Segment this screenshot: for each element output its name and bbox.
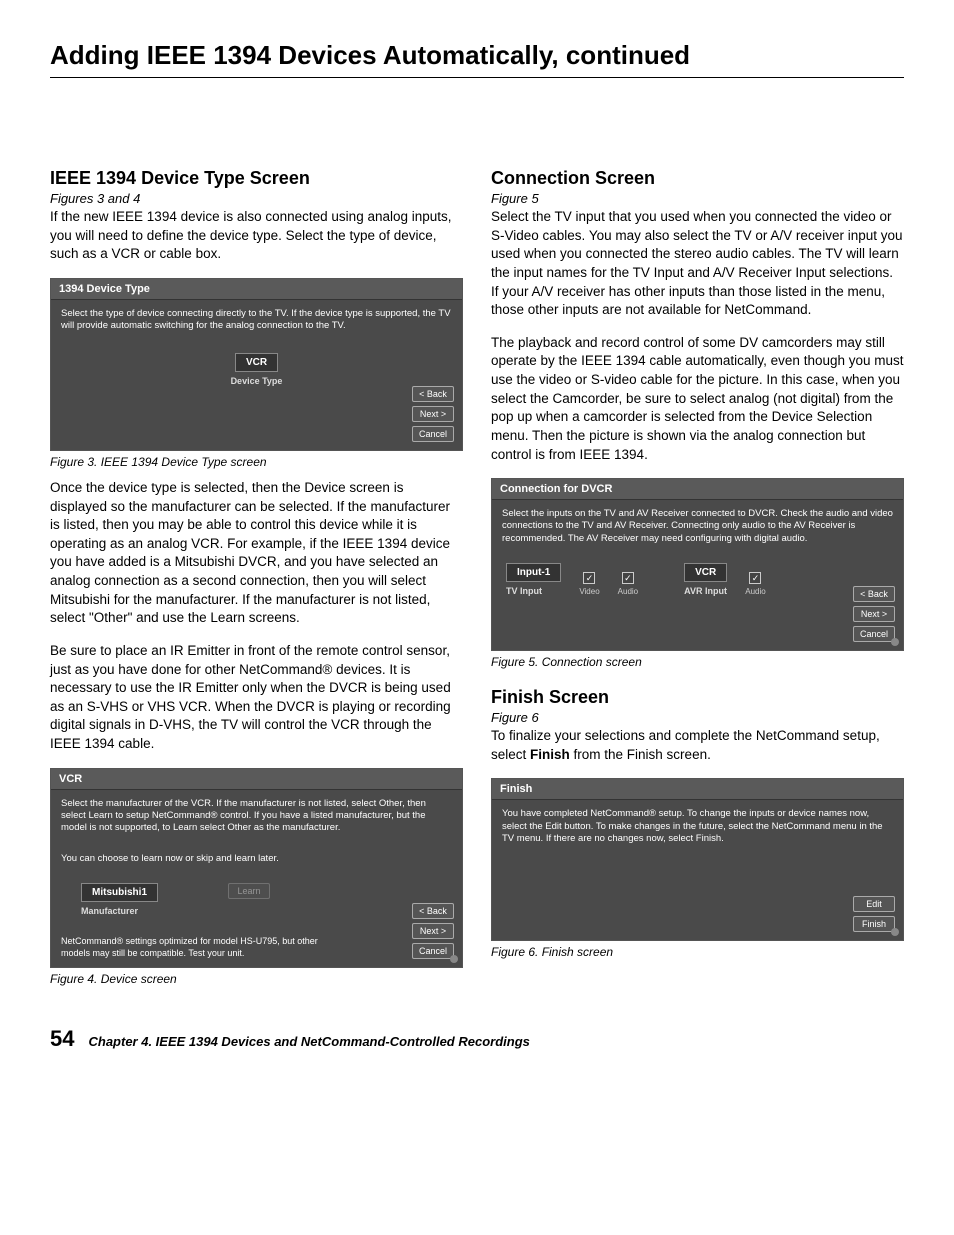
dialog-prompt: Select the inputs on the TV and AV Recei…: [502, 508, 893, 545]
avr-input-select[interactable]: VCR: [684, 563, 727, 582]
dialog-title: Finish: [492, 779, 903, 800]
device-type-select[interactable]: VCR: [235, 353, 278, 372]
paragraph-connection-intro: Select the TV input that you used when y…: [491, 208, 904, 320]
logo-icon: [891, 928, 899, 936]
heading-device-type: IEEE 1394 Device Type Screen: [50, 168, 463, 189]
page-title: Adding IEEE 1394 Devices Automatically, …: [50, 40, 904, 71]
page-number: 54: [50, 1026, 74, 1052]
dialog-finish: Finish You have completed NetCommand® se…: [491, 778, 904, 941]
figures-ref-3-4: Figures 3 and 4: [50, 191, 463, 206]
back-button[interactable]: < Back: [853, 586, 895, 602]
next-button[interactable]: Next >: [853, 606, 895, 622]
paragraph-manufacturer: Once the device type is selected, then t…: [50, 479, 463, 628]
paragraph-camcorder: The playback and record control of some …: [491, 334, 904, 464]
avr-input-label: AVR Input: [684, 586, 727, 596]
dialog-prompt: You have completed NetCommand® setup. To…: [502, 808, 893, 845]
dialog-title: Connection for DVCR: [492, 479, 903, 500]
heading-finish: Finish Screen: [491, 687, 904, 708]
chapter-title: Chapter 4. IEEE 1394 Devices and NetComm…: [88, 1034, 529, 1049]
back-button[interactable]: < Back: [412, 386, 454, 402]
dialog-device-type: 1394 Device Type Select the type of devi…: [50, 278, 463, 451]
paragraph-ir-emitter: Be sure to place an IR Emitter in front …: [50, 642, 463, 754]
page-footer: 54 Chapter 4. IEEE 1394 Devices and NetC…: [50, 1026, 904, 1052]
back-button[interactable]: < Back: [412, 903, 454, 919]
optimized-note: NetCommand® settings optimized for model…: [61, 936, 341, 959]
next-button[interactable]: Next >: [412, 406, 454, 422]
video-checkbox[interactable]: ✓: [583, 572, 595, 584]
left-column: IEEE 1394 Device Type Screen Figures 3 a…: [50, 168, 463, 996]
audio-checkbox-tv[interactable]: ✓: [622, 572, 634, 584]
edit-button[interactable]: Edit: [853, 896, 895, 912]
dialog-prompt: Select the type of device connecting dir…: [61, 308, 452, 333]
video-label: Video: [579, 587, 599, 596]
learn-button[interactable]: Learn: [228, 883, 270, 899]
cancel-button[interactable]: Cancel: [853, 626, 895, 642]
two-column-layout: IEEE 1394 Device Type Screen Figures 3 a…: [50, 168, 904, 996]
finish-button[interactable]: Finish: [853, 916, 895, 932]
dialog-title: 1394 Device Type: [51, 279, 462, 300]
caption-fig4: Figure 4. Device screen: [50, 972, 463, 986]
tv-input-label: TV Input: [506, 586, 561, 596]
dialog-connection: Connection for DVCR Select the inputs on…: [491, 478, 904, 651]
caption-fig3: Figure 3. IEEE 1394 Device Type screen: [50, 455, 463, 469]
audio-label-tv: Audio: [618, 587, 638, 596]
cancel-button[interactable]: Cancel: [412, 426, 454, 442]
right-column: Connection Screen Figure 5 Select the TV…: [491, 168, 904, 996]
dialog-vcr-manufacturer: VCR Select the manufacturer of the VCR. …: [50, 768, 463, 969]
paragraph-finish: To finalize your selections and complete…: [491, 727, 904, 764]
device-type-label: Device Type: [61, 376, 452, 386]
logo-icon: [891, 638, 899, 646]
title-rule: [50, 77, 904, 78]
tv-input-select[interactable]: Input-1: [506, 563, 561, 582]
next-button[interactable]: Next >: [412, 923, 454, 939]
manufacturer-label: Manufacturer: [81, 906, 158, 916]
caption-fig6: Figure 6. Finish screen: [491, 945, 904, 959]
audio-checkbox-avr[interactable]: ✓: [749, 572, 761, 584]
dialog-prompt-learn: You can choose to learn now or skip and …: [61, 853, 452, 865]
cancel-button[interactable]: Cancel: [412, 943, 454, 959]
paragraph-device-type-intro: If the new IEEE 1394 device is also conn…: [50, 208, 463, 264]
figure-ref-5: Figure 5: [491, 191, 904, 206]
audio-label-avr: Audio: [745, 587, 765, 596]
heading-connection: Connection Screen: [491, 168, 904, 189]
figure-ref-6: Figure 6: [491, 710, 904, 725]
caption-fig5: Figure 5. Connection screen: [491, 655, 904, 669]
dialog-prompt: Select the manufacturer of the VCR. If t…: [61, 798, 452, 835]
dialog-title: VCR: [51, 769, 462, 790]
logo-icon: [450, 955, 458, 963]
manufacturer-select[interactable]: Mitsubishi1: [81, 883, 158, 902]
